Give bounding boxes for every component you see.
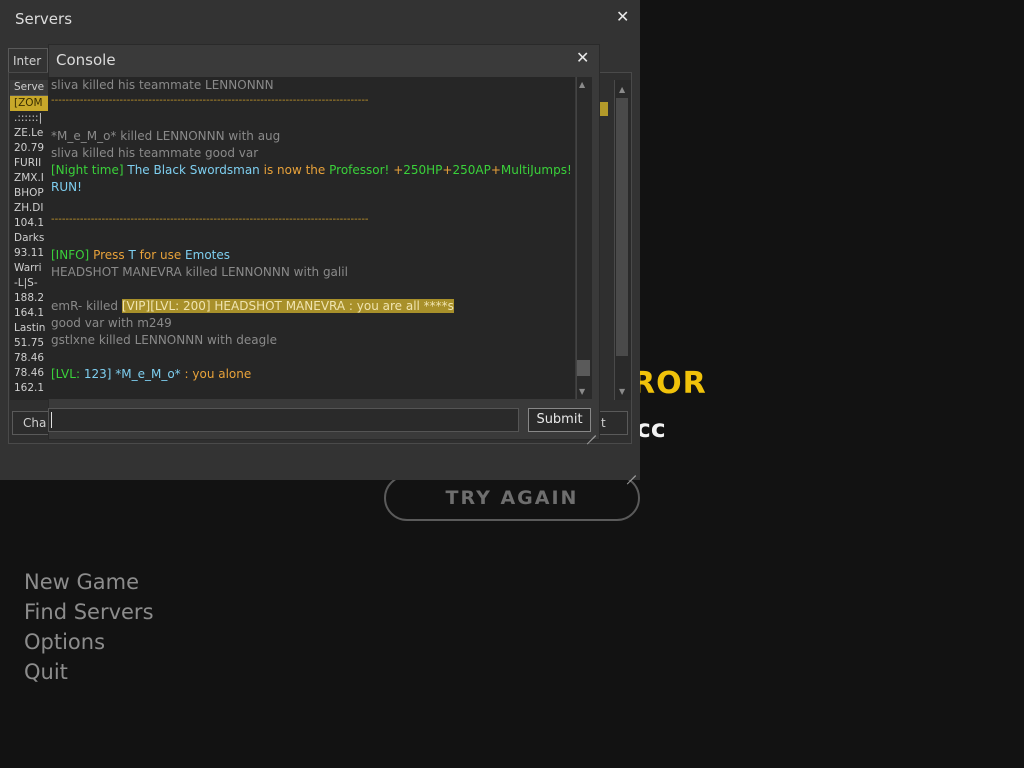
console-line: good var with m249 bbox=[51, 316, 172, 330]
tab-internet[interactable]: Inter bbox=[8, 48, 48, 72]
menu-options[interactable]: Options bbox=[24, 630, 105, 654]
servers-resize-grip-icon[interactable] bbox=[626, 466, 636, 485]
console-tag-lvl: [LVL: bbox=[51, 367, 80, 381]
console-title: Console bbox=[56, 51, 116, 69]
console-line: sliva killed his teammate good var bbox=[51, 146, 259, 160]
console-player-name: The Black Swordsman bbox=[127, 163, 260, 177]
server-row[interactable]: Darks bbox=[10, 231, 48, 246]
console-output: sliva killed his teammate LENNONNN -----… bbox=[48, 77, 575, 399]
server-row[interactable]: 164.1 bbox=[10, 306, 48, 321]
server-row[interactable]: Lastin bbox=[10, 321, 48, 336]
console-class-name: Professor! bbox=[329, 163, 390, 177]
console-ap: 250AP bbox=[452, 163, 491, 177]
console-lvl-value: 123] bbox=[83, 367, 112, 381]
console-line: sliva killed his teammate LENNONNN bbox=[51, 78, 274, 92]
console-text: emR- killed bbox=[51, 299, 119, 313]
console-line: *M_e_M_o* killed LENNONNN with aug bbox=[51, 129, 281, 143]
console-text: is now the bbox=[263, 163, 326, 177]
server-row[interactable]: 93.11 bbox=[10, 246, 48, 261]
server-list-marker bbox=[600, 102, 608, 116]
try-again-button[interactable]: TRY AGAIN bbox=[384, 475, 640, 521]
menu-quit[interactable]: Quit bbox=[24, 660, 68, 684]
server-row[interactable]: ZMX.I bbox=[10, 171, 48, 186]
submit-button[interactable]: Submit bbox=[528, 408, 591, 432]
menu-find-servers[interactable]: Find Servers bbox=[24, 600, 154, 624]
console-plus: + bbox=[490, 163, 501, 177]
scroll-up-icon[interactable]: ▲ bbox=[619, 85, 625, 94]
server-row[interactable]: 78.46 bbox=[10, 351, 48, 366]
server-row[interactable]: ZH.DI bbox=[10, 201, 48, 216]
console-tag-info: [INFO] bbox=[51, 248, 90, 262]
server-row[interactable]: 51.75 bbox=[10, 336, 48, 351]
server-row[interactable]: 78.46 bbox=[10, 366, 48, 381]
server-row[interactable]: ZE.Le bbox=[10, 126, 48, 141]
console-player-name: *M_e_M_o* bbox=[115, 367, 181, 381]
console-line: RUN! bbox=[51, 180, 82, 194]
server-list[interactable]: Serve [ZOM .::::::| ZE.Le 20.79 FURII ZM… bbox=[10, 80, 48, 400]
server-row[interactable]: BHOP bbox=[10, 186, 48, 201]
console-scroll-thumb[interactable] bbox=[577, 360, 590, 376]
console-text: for use bbox=[139, 248, 182, 262]
scroll-down-icon[interactable]: ▼ bbox=[579, 387, 585, 396]
text-caret bbox=[51, 412, 52, 428]
server-row[interactable]: 188.2 bbox=[10, 291, 48, 306]
console-key: T bbox=[128, 248, 136, 262]
console-plus: + bbox=[393, 163, 404, 177]
server-row[interactable]: -L|S- bbox=[10, 276, 48, 291]
console-line: HEADSHOT MANEVRA killed LENNONNN with ga… bbox=[51, 265, 348, 279]
menu-new-game[interactable]: New Game bbox=[24, 570, 139, 594]
server-row-selected[interactable]: [ZOM bbox=[10, 96, 48, 111]
server-row[interactable]: Warri bbox=[10, 261, 48, 276]
scroll-up-icon[interactable]: ▲ bbox=[579, 80, 585, 89]
console-chat-message: : you alone bbox=[184, 367, 252, 381]
change-filters-button[interactable]: Cha bbox=[12, 411, 52, 435]
console-multijumps: MultiJumps! bbox=[500, 163, 572, 177]
server-row[interactable]: 104.1 bbox=[10, 216, 48, 231]
server-row[interactable]: FURII bbox=[10, 156, 48, 171]
server-list-scroll-thumb[interactable] bbox=[616, 98, 628, 356]
server-column-header[interactable]: Serve bbox=[10, 80, 48, 96]
console-scrollbar[interactable] bbox=[576, 77, 592, 399]
game-title-fragment: ROR bbox=[632, 366, 707, 401]
console-highlighted-message: [VIP][LVL: 200] HEADSHOT MANEVRA : you a… bbox=[121, 299, 454, 313]
console-emotes: Emotes bbox=[185, 248, 230, 262]
console-line: gstlxne killed LENNONNN with deagle bbox=[51, 333, 277, 347]
console-close-icon[interactable]: ✕ bbox=[576, 48, 589, 67]
console-input[interactable] bbox=[48, 408, 519, 432]
game-subtitle-fragment: cc bbox=[636, 414, 666, 443]
server-row[interactable]: 162.1 bbox=[10, 381, 48, 396]
console-separator: ----------------------------------------… bbox=[51, 214, 369, 225]
scroll-down-icon[interactable]: ▼ bbox=[619, 387, 625, 396]
console-resize-grip-icon[interactable] bbox=[586, 426, 596, 445]
console-text: Press bbox=[93, 248, 125, 262]
console-plus: + bbox=[442, 163, 453, 177]
console-separator: ----------------------------------------… bbox=[51, 95, 369, 106]
server-row[interactable]: 20.79 bbox=[10, 141, 48, 156]
servers-window-title: Servers bbox=[15, 10, 73, 28]
server-row[interactable]: .::::::| bbox=[10, 111, 48, 126]
console-hp: 250HP bbox=[403, 163, 443, 177]
console-tag-night-time: [Night time] bbox=[51, 163, 124, 177]
servers-close-icon[interactable]: ✕ bbox=[616, 7, 629, 26]
